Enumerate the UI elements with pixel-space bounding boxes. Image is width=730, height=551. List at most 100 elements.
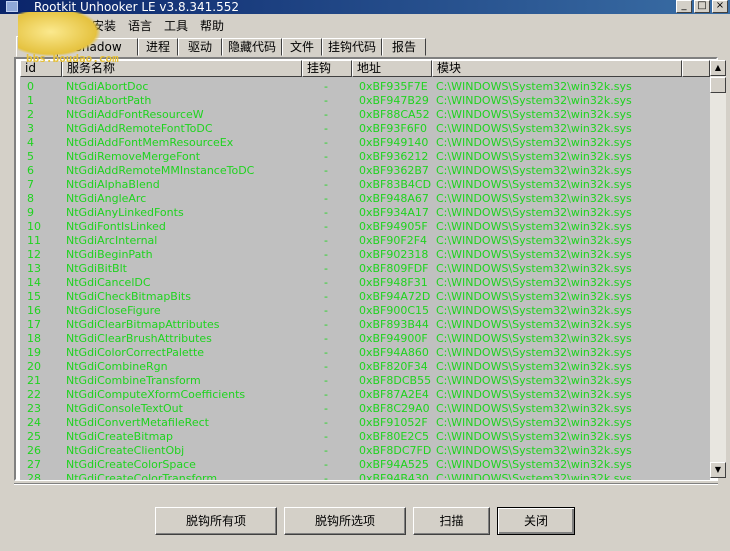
- row-hook: -: [324, 122, 328, 135]
- row-id: 15: [27, 290, 41, 303]
- row-module: C:\WINDOWS\System32\win32k.sys: [436, 318, 632, 331]
- table-row[interactable]: 1 NtGdiAbortPath - 0xBF947B29 C:\WINDOWS\Sys…: [20, 94, 710, 108]
- column-header-hook[interactable]: 挂钩: [302, 60, 352, 77]
- row-module: C:\WINDOWS\System32\win32k.sys: [436, 150, 632, 163]
- row-service-name: NtGdiRemoveMergeFont: [66, 150, 201, 163]
- menu-install[interactable]: 安装: [92, 17, 116, 34]
- menu-help[interactable]: 帮助: [200, 17, 224, 34]
- table-row[interactable]: 19 NtGdiColorCorrectPalette - 0xBF94A860 C:\…: [20, 346, 710, 360]
- vertical-scrollbar[interactable]: ▲ ▼: [710, 60, 726, 478]
- tab-ssdt[interactable]: SSDT: [16, 36, 58, 57]
- table-row[interactable]: 6 NtGdiAddRemoteMMInstanceToDC - 0xBF9362B7…: [20, 164, 710, 178]
- tab-drivers[interactable]: 驱动: [178, 38, 222, 56]
- row-module: C:\WINDOWS\System32\win32k.sys: [436, 136, 632, 149]
- row-service-name: NtGdiAngleArc: [66, 192, 147, 205]
- table-row[interactable]: 3 NtGdiAddRemoteFontToDC - 0xBF93F6F0 C:\WIN…: [20, 122, 710, 136]
- column-header-id[interactable]: id: [20, 60, 62, 77]
- column-header-address[interactable]: 地址: [352, 60, 432, 77]
- close-window-button[interactable]: ×: [712, 0, 728, 13]
- scroll-thumb[interactable]: [710, 77, 726, 93]
- row-service-name: NtGdiCancelDC: [66, 276, 151, 289]
- row-id: 2: [27, 108, 34, 121]
- table-row[interactable]: 22 NtGdiComputeXformCoefficients - 0xBF87A2…: [20, 388, 710, 402]
- row-address: 0xBF93F6F0: [359, 122, 428, 135]
- tab-shadow-ssdt[interactable]: Shadow SSDT: [58, 38, 138, 70]
- menu-action[interactable]: 动作: [56, 17, 80, 34]
- table-row[interactable]: 15 NtGdiCheckBitmapBits - 0xBF94A72D C:\WIND…: [20, 290, 710, 304]
- menu-language[interactable]: 语言: [128, 17, 152, 34]
- table-row[interactable]: 9 NtGdiAnyLinkedFonts - 0xBF934A17 C:\WINDOW…: [20, 206, 710, 220]
- tab-hook-code[interactable]: 挂钩代码: [322, 38, 382, 56]
- row-hook: -: [324, 262, 328, 275]
- row-id: 25: [27, 430, 41, 443]
- table-row[interactable]: 28 NtGdiCreateColorTransform - 0xBF94B430 C:…: [20, 472, 710, 480]
- table-row[interactable]: 25 NtGdiCreateBitmap - 0xBF80E2C5 C:\WINDOWS…: [20, 430, 710, 444]
- close-button[interactable]: 关闭: [497, 507, 575, 535]
- table-row[interactable]: 23 NtGdiConsoleTextOut - 0xBF8C29A0 C:\WINDO…: [20, 402, 710, 416]
- row-address: 0xBF94A525: [359, 458, 429, 471]
- table-row[interactable]: 27 NtGdiCreateColorSpace - 0xBF94A525 C:\WIN…: [20, 458, 710, 472]
- title-bar[interactable]: Rootkit Unhooker LE v3.8.341.552 _ □ ×: [0, 0, 730, 14]
- row-address: 0xBF80E2C5: [359, 430, 430, 443]
- row-module: C:\WINDOWS\System32\win32k.sys: [436, 234, 632, 247]
- row-id: 22: [27, 388, 41, 401]
- table-row[interactable]: 7 NtGdiAlphaBlend - 0xBF83B4CD C:\WINDOWS\Sy…: [20, 178, 710, 192]
- table-row[interactable]: 13 NtGdiBitBlt - 0xBF809FDF C:\WINDOWS\Syste…: [20, 262, 710, 276]
- scroll-up-button[interactable]: ▲: [710, 60, 726, 76]
- tab-hidden-code[interactable]: 隐藏代码: [222, 38, 282, 56]
- row-address: 0xBF949140: [359, 136, 429, 149]
- row-id: 26: [27, 444, 41, 457]
- row-module: C:\WINDOWS\System32\win32k.sys: [436, 444, 632, 457]
- table-row[interactable]: 11 NtGdiArcInternal - 0xBF90F2F4 C:\WINDOWS\…: [20, 234, 710, 248]
- row-module: C:\WINDOWS\System32\win32k.sys: [436, 206, 632, 219]
- row-service-name: NtGdiCloseFigure: [66, 304, 161, 317]
- row-service-name: NtGdiClearBitmapAttributes: [66, 318, 220, 331]
- row-service-name: NtGdiCreateClientObj: [66, 444, 185, 457]
- table-row[interactable]: 8 NtGdiAngleArc - 0xBF948A67 C:\WINDOWS\Syst…: [20, 192, 710, 206]
- table-row[interactable]: 18 NtGdiClearBrushAttributes - 0xBF94900F C:…: [20, 332, 710, 346]
- table-row[interactable]: 5 NtGdiRemoveMergeFont - 0xBF936212 C:\WINDO…: [20, 150, 710, 164]
- tab-files[interactable]: 文件: [282, 38, 322, 56]
- table-row[interactable]: 17 NtGdiClearBitmapAttributes - 0xBF893B44 C…: [20, 318, 710, 332]
- maximize-button[interactable]: □: [694, 0, 710, 13]
- row-address: 0xBF94900F: [359, 332, 428, 345]
- row-service-name: NtGdiFontIsLinked: [66, 220, 166, 233]
- tab-processes[interactable]: 进程: [138, 38, 178, 56]
- column-header-module[interactable]: 模块: [432, 60, 682, 77]
- row-address: 0xBF936212: [359, 150, 429, 163]
- row-module: C:\WINDOWS\System32\win32k.sys: [436, 94, 632, 107]
- table-row[interactable]: 10 NtGdiFontIsLinked - 0xBF94905F C:\WINDOWS…: [20, 220, 710, 234]
- list-header: id 服务名称 挂钩 地址 模块: [20, 60, 710, 77]
- table-row[interactable]: 21 NtGdiCombineTransform - 0xBF8DCB55 C:\WIN…: [20, 374, 710, 388]
- row-address: 0xBF94A860: [359, 346, 429, 359]
- row-address: 0xBF902318: [359, 248, 429, 261]
- menu-file[interactable]: 文件: [20, 17, 44, 34]
- row-module: C:\WINDOWS\System32\win32k.sys: [436, 178, 632, 191]
- ssdt-list[interactable]: 0 NtGdiAbortDoc - 0xBF935F7E C:\WINDOWS\Syst…: [20, 77, 710, 480]
- unhook-all-button[interactable]: 脱钩所有项: [155, 507, 277, 535]
- table-row[interactable]: 26 NtGdiCreateClientObj - 0xBF8DC7FD C:\WIND…: [20, 444, 710, 458]
- row-address: 0xBF91052F: [359, 416, 428, 429]
- scan-button[interactable]: 扫描: [413, 507, 490, 535]
- table-row[interactable]: 2 NtGdiAddFontResourceW - 0xBF88CA52 C:\WIND…: [20, 108, 710, 122]
- row-address: 0xBF947B29: [359, 94, 429, 107]
- row-service-name: NtGdiCheckBitmapBits: [66, 290, 191, 303]
- scroll-down-button[interactable]: ▼: [710, 462, 726, 478]
- minimize-button[interactable]: _: [676, 0, 692, 13]
- unhook-selected-button[interactable]: 脱钩所选项: [284, 507, 406, 535]
- row-hook: -: [324, 402, 328, 415]
- row-module: C:\WINDOWS\System32\win32k.sys: [436, 108, 632, 121]
- row-module: C:\WINDOWS\System32\win32k.sys: [436, 402, 632, 415]
- column-header-service-name[interactable]: 服务名称: [62, 60, 302, 77]
- table-row[interactable]: 14 NtGdiCancelDC - 0xBF948F31 C:\WINDOWS\Sys…: [20, 276, 710, 290]
- table-row[interactable]: 16 NtGdiCloseFigure - 0xBF900C15 C:\WINDOWS\…: [20, 304, 710, 318]
- menu-tools[interactable]: 工具: [164, 17, 188, 34]
- table-row[interactable]: 12 NtGdiBeginPath - 0xBF902318 C:\WINDOWS\Sy…: [20, 248, 710, 262]
- table-row[interactable]: 20 NtGdiCombineRgn - 0xBF820F34 C:\WINDOWS\S…: [20, 360, 710, 374]
- tab-report[interactable]: 报告: [382, 38, 426, 56]
- row-hook: -: [324, 472, 328, 480]
- table-row[interactable]: 24 NtGdiConvertMetafileRect - 0xBF91052F C:\…: [20, 416, 710, 430]
- table-row[interactable]: 4 NtGdiAddFontMemResourceEx - 0xBF949140 C:\…: [20, 136, 710, 150]
- row-address: 0xBF87A2E4: [359, 388, 429, 401]
- table-row[interactable]: 0 NtGdiAbortDoc - 0xBF935F7E C:\WINDOWS\Syst…: [20, 80, 710, 94]
